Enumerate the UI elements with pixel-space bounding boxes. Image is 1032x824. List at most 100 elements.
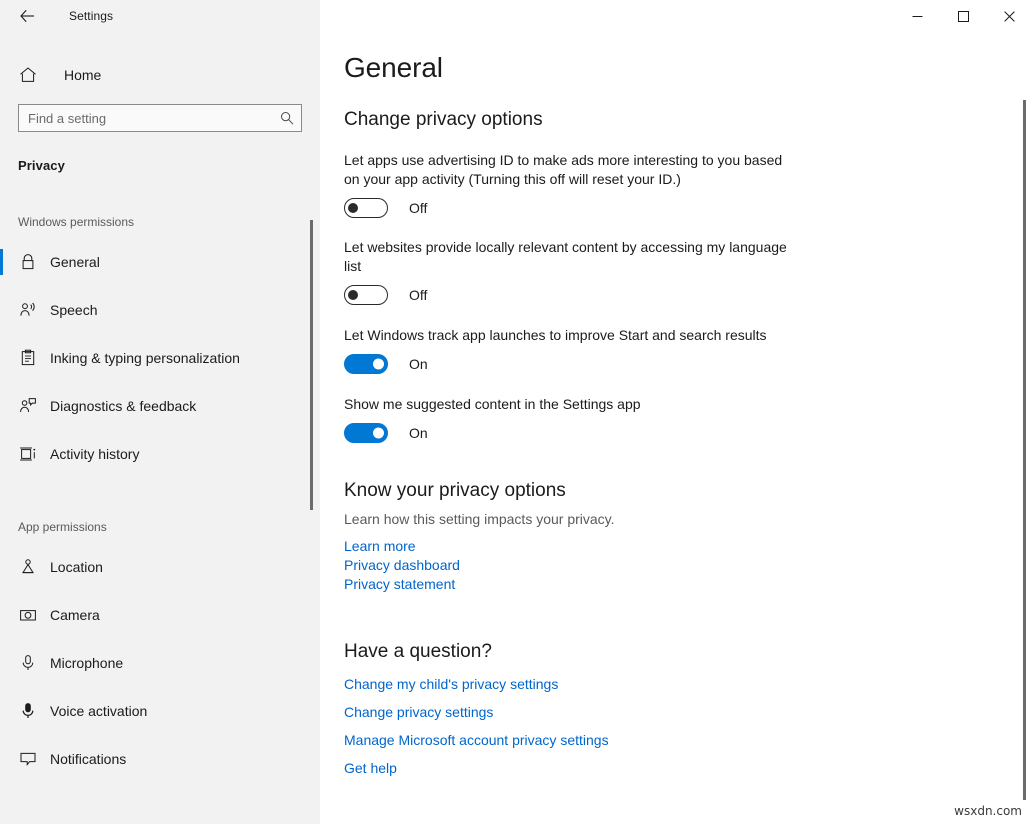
maximize-icon: [958, 11, 969, 22]
selection-indicator: [0, 554, 3, 580]
advertising-id-toggle[interactable]: [344, 198, 388, 218]
selection-indicator: [0, 249, 3, 275]
sidebar-item-label: Microphone: [50, 655, 123, 671]
nav-group-spacer: [0, 486, 320, 516]
sidebar-item-label: Voice activation: [50, 703, 147, 719]
sidebar-item-label: Speech: [50, 302, 97, 318]
nav-group-label-app-permissions: App permissions: [0, 516, 320, 538]
toggle-knob: [373, 358, 384, 369]
sidebar-item-general[interactable]: General: [0, 246, 320, 278]
sidebar-item-home[interactable]: Home: [0, 57, 320, 93]
know-privacy-subtext: Learn how this setting impacts your priv…: [344, 511, 1032, 527]
sidebar: Settings Home Privacy Win: [0, 0, 320, 824]
minimize-button[interactable]: [894, 0, 940, 32]
sidebar-item-camera[interactable]: Camera: [0, 599, 320, 631]
track-app-launches-toggle[interactable]: [344, 354, 388, 374]
toggle-state-label: On: [409, 356, 428, 372]
speech-person-icon: [18, 300, 38, 320]
sidebar-category-title: Privacy: [0, 158, 320, 173]
toggle-knob: [348, 203, 358, 213]
sidebar-item-location[interactable]: Location: [0, 551, 320, 583]
search-container: [0, 104, 320, 132]
selection-indicator: [0, 650, 3, 676]
sidebar-item-speech[interactable]: Speech: [0, 294, 320, 326]
toggle-knob: [348, 290, 358, 300]
link-learn-more[interactable]: Learn more: [344, 537, 416, 556]
person-feedback-icon: [18, 396, 38, 416]
setting-toggle-row: Off: [344, 198, 1032, 218]
search-input[interactable]: [19, 105, 301, 131]
sidebar-item-voice-activation[interactable]: Voice activation: [0, 695, 320, 727]
sidebar-item-inking-typing-personalization[interactable]: Inking & typing personalization: [0, 342, 320, 374]
language-list-toggle[interactable]: [344, 285, 388, 305]
link-privacy-statement[interactable]: Privacy statement: [344, 575, 455, 594]
sidebar-item-label: Notifications: [50, 751, 126, 767]
voice-activation-mic-icon: [18, 701, 38, 721]
link-change-privacy-settings[interactable]: Change privacy settings: [344, 703, 493, 722]
search-icon: [280, 111, 294, 125]
setting-toggle-row: On: [344, 354, 1032, 374]
setting-toggle-row: Off: [344, 285, 1032, 305]
know-privacy-links: Learn more Privacy dashboard Privacy sta…: [344, 537, 1032, 594]
setting-description: Show me suggested content in the Setting…: [344, 395, 864, 414]
content-scrollbar[interactable]: [1023, 100, 1026, 824]
setting-toggle-row: On: [344, 423, 1032, 443]
sidebar-item-microphone[interactable]: Microphone: [0, 647, 320, 679]
camera-icon: [18, 605, 38, 625]
sidebar-item-label: Diagnostics & feedback: [50, 398, 196, 414]
selection-indicator: [0, 393, 3, 419]
toggle-state-label: On: [409, 425, 428, 441]
link-change-my-childs-privacy-settings[interactable]: Change my child's privacy settings: [344, 675, 558, 694]
microphone-icon: [18, 653, 38, 673]
sidebar-item-notifications[interactable]: Notifications: [0, 743, 320, 775]
setting-description: Let apps use advertising ID to make ads …: [344, 151, 789, 189]
content-scrollbar-thumb[interactable]: [1023, 100, 1026, 800]
sidebar-item-label: General: [50, 254, 100, 270]
settings-page: General Change privacy options Let apps …: [320, 54, 1032, 778]
link-manage-microsoft-account-privacy-settings[interactable]: Manage Microsoft account privacy setting…: [344, 731, 609, 750]
selection-indicator: [0, 297, 3, 323]
app-title: Settings: [69, 9, 113, 23]
setting-description: Let Windows track app launches to improv…: [344, 326, 864, 345]
sidebar-item-label: Camera: [50, 607, 100, 623]
maximize-button[interactable]: [940, 0, 986, 32]
section-heading-have-a-question: Have a question?: [344, 642, 1032, 663]
link-privacy-dashboard[interactable]: Privacy dashboard: [344, 556, 460, 575]
sidebar-item-label: Activity history: [50, 446, 139, 462]
toggle-knob: [373, 427, 384, 438]
minimize-icon: [912, 11, 923, 22]
content-area: General Change privacy options Let apps …: [320, 0, 1032, 824]
window-titlebar-left: Settings: [0, 0, 320, 32]
location-pin-icon: [18, 557, 38, 577]
sidebar-home-label: Home: [64, 67, 101, 83]
suggested-content-toggle[interactable]: [344, 423, 388, 443]
selection-indicator: [0, 441, 3, 467]
settings-window: Settings Home Privacy Win: [0, 0, 1032, 824]
back-button[interactable]: [12, 1, 42, 31]
home-icon: [18, 65, 38, 85]
close-icon: [1004, 11, 1015, 22]
selection-indicator: [0, 602, 3, 628]
window-controls: [894, 0, 1032, 32]
close-button[interactable]: [986, 0, 1032, 32]
toggle-state-label: Off: [409, 200, 427, 216]
sidebar-item-activity-history[interactable]: Activity history: [0, 438, 320, 470]
sidebar-scrollbar-thumb[interactable]: [310, 220, 313, 510]
sidebar-scrollbar[interactable]: [310, 220, 313, 510]
sidebar-item-label: Location: [50, 559, 103, 575]
nav-group-label-windows-permissions: Windows permissions: [0, 211, 320, 233]
activity-timeline-icon: [18, 444, 38, 464]
clipboard-pen-icon: [18, 348, 38, 368]
search-box[interactable]: [18, 104, 302, 132]
selection-indicator: [0, 698, 3, 724]
toggle-state-label: Off: [409, 287, 427, 303]
sidebar-item-diagnostics-feedback[interactable]: Diagnostics & feedback: [0, 390, 320, 422]
selection-indicator: [0, 345, 3, 371]
sidebar-nav: Windows permissions General: [0, 211, 320, 801]
notification-balloon-icon: [18, 749, 38, 769]
sidebar-item-label: Inking & typing personalization: [50, 350, 240, 366]
section-heading-know-your-privacy-options: Know your privacy options: [344, 481, 1032, 502]
link-get-help[interactable]: Get help: [344, 759, 397, 778]
lock-icon: [18, 252, 38, 272]
selection-indicator: [0, 746, 3, 772]
